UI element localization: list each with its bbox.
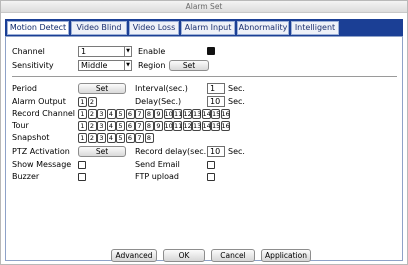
ptz-activation-label: PTZ Activation <box>12 147 70 156</box>
interval-label: Interval(sec.) <box>135 84 188 93</box>
tour-box[interactable]: 10 <box>163 121 173 131</box>
tour-box[interactable]: 7 <box>135 121 144 131</box>
tour-box[interactable]: 15 <box>211 121 220 131</box>
sensitivity-select[interactable]: Middle ▼ <box>78 60 132 71</box>
tour-box[interactable]: 12 <box>182 121 192 131</box>
period-set-button[interactable]: Set <box>78 83 126 94</box>
title-bar: Alarm Set <box>1 1 407 13</box>
alarm-output-channel[interactable]: 1 <box>78 97 87 107</box>
tab-intelligent[interactable]: Intelligent <box>291 21 339 35</box>
record-channel-box[interactable]: 16 <box>220 109 230 119</box>
record-channel-box[interactable]: 4 <box>106 109 116 119</box>
record-channel-box[interactable]: 13 <box>192 109 201 119</box>
tab-video-blind[interactable]: Video Blind <box>71 21 127 35</box>
record-channel-box[interactable]: 6 <box>125 109 135 119</box>
record-delay-unit: Sec. <box>228 147 245 156</box>
snapshot-box[interactable]: 6 <box>125 133 135 143</box>
alarm-output-channels: 1 2 <box>78 97 97 107</box>
record-channel-label: Record Channel <box>12 109 76 118</box>
snapshot-box[interactable]: 3 <box>97 133 106 143</box>
advanced-button[interactable]: Advanced <box>111 249 157 262</box>
divider <box>12 76 397 77</box>
tab-alarm-input[interactable]: Alarm Input <box>181 21 235 35</box>
settings-panel: Channel 1 ▼ Enable Sensitivity Middle ▼ … <box>5 36 403 261</box>
tour-box[interactable]: 11 <box>173 121 182 131</box>
tour-box[interactable]: 9 <box>154 121 163 131</box>
chevron-down-icon: ▼ <box>124 61 131 70</box>
buzzer-checkbox[interactable] <box>78 173 86 181</box>
enable-checkbox[interactable] <box>207 47 215 55</box>
ftp-upload-checkbox[interactable] <box>207 173 215 181</box>
delay-unit: Sec. <box>228 97 245 106</box>
record-delay-input[interactable]: 10 <box>207 146 225 157</box>
send-email-label: Send Email <box>135 160 180 169</box>
snapshot-box[interactable]: 1 <box>78 133 87 143</box>
period-label: Period <box>12 84 37 93</box>
tab-motion-detect[interactable]: Motion Detect <box>7 21 69 35</box>
tour-box[interactable]: 2 <box>87 121 97 131</box>
record-channel-box[interactable]: 3 <box>97 109 106 119</box>
send-email-checkbox[interactable] <box>207 161 215 169</box>
record-channel-box[interactable]: 8 <box>144 109 154 119</box>
application-button[interactable]: Application <box>261 249 311 262</box>
record-channel-box[interactable]: 12 <box>182 109 192 119</box>
alarm-output-channel[interactable]: 2 <box>87 97 97 107</box>
region-label: Region <box>138 61 166 70</box>
tour-label: Tour <box>12 121 29 130</box>
record-channel-box[interactable]: 2 <box>87 109 97 119</box>
sensitivity-value: Middle <box>81 61 108 70</box>
ftp-upload-label: FTP upload <box>135 172 179 181</box>
delay-label: Delay(Sec.) <box>135 97 182 106</box>
tab-abnormality[interactable]: Abnormality <box>237 21 289 35</box>
record-channel-box[interactable]: 10 <box>163 109 173 119</box>
tour-box[interactable]: 8 <box>144 121 154 131</box>
record-channel-box[interactable]: 9 <box>154 109 163 119</box>
alarm-set-window: Alarm Set Motion Detect Video Blind Vide… <box>0 0 408 265</box>
window-title: Alarm Set <box>185 2 223 11</box>
sensitivity-label: Sensitivity <box>12 61 54 70</box>
tour-box[interactable]: 1 <box>78 121 87 131</box>
region-set-button[interactable]: Set <box>169 60 209 71</box>
tour-box[interactable]: 3 <box>97 121 106 131</box>
cancel-button[interactable]: Cancel <box>211 249 255 262</box>
tour-box[interactable]: 13 <box>192 121 201 131</box>
interval-unit: Sec. <box>228 84 245 93</box>
enable-label: Enable <box>138 47 166 56</box>
tour-box[interactable]: 6 <box>125 121 135 131</box>
record-delay-label: Record delay(sec.) <box>135 147 210 156</box>
record-channel-box[interactable]: 14 <box>201 109 211 119</box>
tour-box[interactable]: 5 <box>116 121 125 131</box>
record-channel-box[interactable]: 11 <box>173 109 182 119</box>
snapshot-box[interactable]: 8 <box>144 133 154 143</box>
tour-grid: 1 2 3 4 5 6 7 8 9 10 11 12 13 14 15 16 <box>78 121 230 131</box>
ptz-set-button[interactable]: Set <box>78 146 126 157</box>
channel-select[interactable]: 1 ▼ <box>78 46 132 57</box>
chevron-down-icon: ▼ <box>124 47 131 56</box>
record-channel-box[interactable]: 1 <box>78 109 87 119</box>
snapshot-box[interactable]: 5 <box>116 133 125 143</box>
record-channel-box[interactable]: 7 <box>135 109 144 119</box>
channel-label: Channel <box>12 47 45 56</box>
tour-box[interactable]: 14 <box>201 121 211 131</box>
ok-button[interactable]: OK <box>163 249 205 262</box>
snapshot-label: Snapshot <box>12 133 50 142</box>
show-message-label: Show Message <box>12 160 72 169</box>
record-channel-box[interactable]: 15 <box>211 109 220 119</box>
snapshot-box[interactable]: 7 <box>135 133 144 143</box>
tour-box[interactable]: 16 <box>220 121 230 131</box>
alarm-output-label: Alarm Output <box>12 97 66 106</box>
tour-box[interactable]: 4 <box>106 121 116 131</box>
interval-input[interactable]: 1 <box>207 83 225 94</box>
tab-video-loss[interactable]: Video Loss <box>129 21 179 35</box>
snapshot-grid: 1 2 3 4 5 6 7 8 <box>78 133 154 143</box>
snapshot-box[interactable]: 2 <box>87 133 97 143</box>
tab-strip: Motion Detect Video Blind Video Loss Ala… <box>5 19 403 36</box>
channel-value: 1 <box>81 47 87 56</box>
buzzer-label: Buzzer <box>12 172 40 181</box>
show-message-checkbox[interactable] <box>78 161 86 169</box>
record-channel-grid: 1 2 3 4 5 6 7 8 9 10 11 12 13 14 15 16 <box>78 109 230 119</box>
snapshot-box[interactable]: 4 <box>106 133 116 143</box>
delay-input[interactable]: 10 <box>207 96 225 107</box>
record-channel-box[interactable]: 5 <box>116 109 125 119</box>
